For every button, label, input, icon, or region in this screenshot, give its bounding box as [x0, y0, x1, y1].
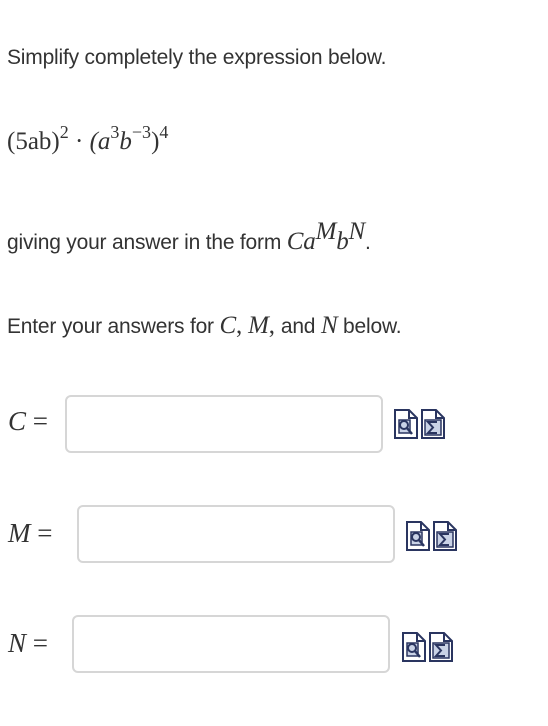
instruction-line-2: giving your answer in the form CaMbN. [7, 219, 371, 256]
expr-part1-exponent: 2 [59, 121, 69, 142]
expr-part2-open: (a [89, 128, 111, 155]
form-N: N [348, 217, 366, 245]
expr-dot: · [68, 128, 90, 155]
var-comma-2: , [268, 312, 281, 339]
label-C-eq: = [26, 406, 48, 436]
answer-C-tools [394, 409, 445, 439]
answer-N-tools [402, 632, 453, 662]
equation-editor-icon[interactable] [433, 521, 457, 551]
instruction-line-1: Simplify completely the expression below… [7, 46, 387, 69]
instruction-line-3: Enter your answers for C, M, and N below… [7, 312, 402, 340]
var-comma-1: , [235, 312, 249, 339]
vars-suffix: below. [337, 315, 402, 338]
label-N-var: N [8, 628, 27, 658]
preview-icon[interactable] [402, 632, 426, 662]
expr-part2-exp-b: −3 [131, 121, 152, 142]
form-b: b [336, 228, 349, 255]
form-M: M [315, 217, 337, 245]
answer-C-input[interactable] [65, 395, 383, 453]
vars-prefix: Enter your answers for [7, 315, 220, 338]
expr-part2-exp-a: 3 [110, 121, 120, 142]
label-N-eq: = [26, 628, 48, 658]
preview-icon[interactable] [394, 409, 418, 439]
expr-part2-exponent: 4 [159, 121, 169, 142]
label-M-var: M [8, 518, 31, 548]
label-C: C = [8, 406, 48, 437]
label-C-var: C [8, 406, 27, 436]
answer-N-input[interactable] [72, 615, 390, 673]
form-prefix: giving your answer in the form [7, 231, 287, 254]
var-M: M [248, 312, 269, 339]
preview-icon[interactable] [406, 521, 430, 551]
form-period: . [365, 231, 371, 254]
label-M-eq: = [30, 518, 53, 548]
math-expression: (5ab)2 · (a3b−3)4 [7, 123, 168, 156]
var-C: C [219, 312, 237, 339]
label-M: M = [8, 518, 52, 549]
label-N: N = [8, 628, 48, 659]
expr-part1-base: (5ab) [7, 128, 60, 155]
answer-M-tools [406, 521, 457, 551]
var-N: N [320, 312, 338, 339]
expr-part2-b: b [119, 128, 132, 155]
equation-editor-icon[interactable] [421, 409, 445, 439]
equation-editor-icon[interactable] [429, 632, 453, 662]
form-a: a [303, 228, 316, 255]
form-C: C [286, 228, 304, 255]
answer-M-input[interactable] [77, 505, 395, 563]
var-and: and [280, 315, 316, 338]
